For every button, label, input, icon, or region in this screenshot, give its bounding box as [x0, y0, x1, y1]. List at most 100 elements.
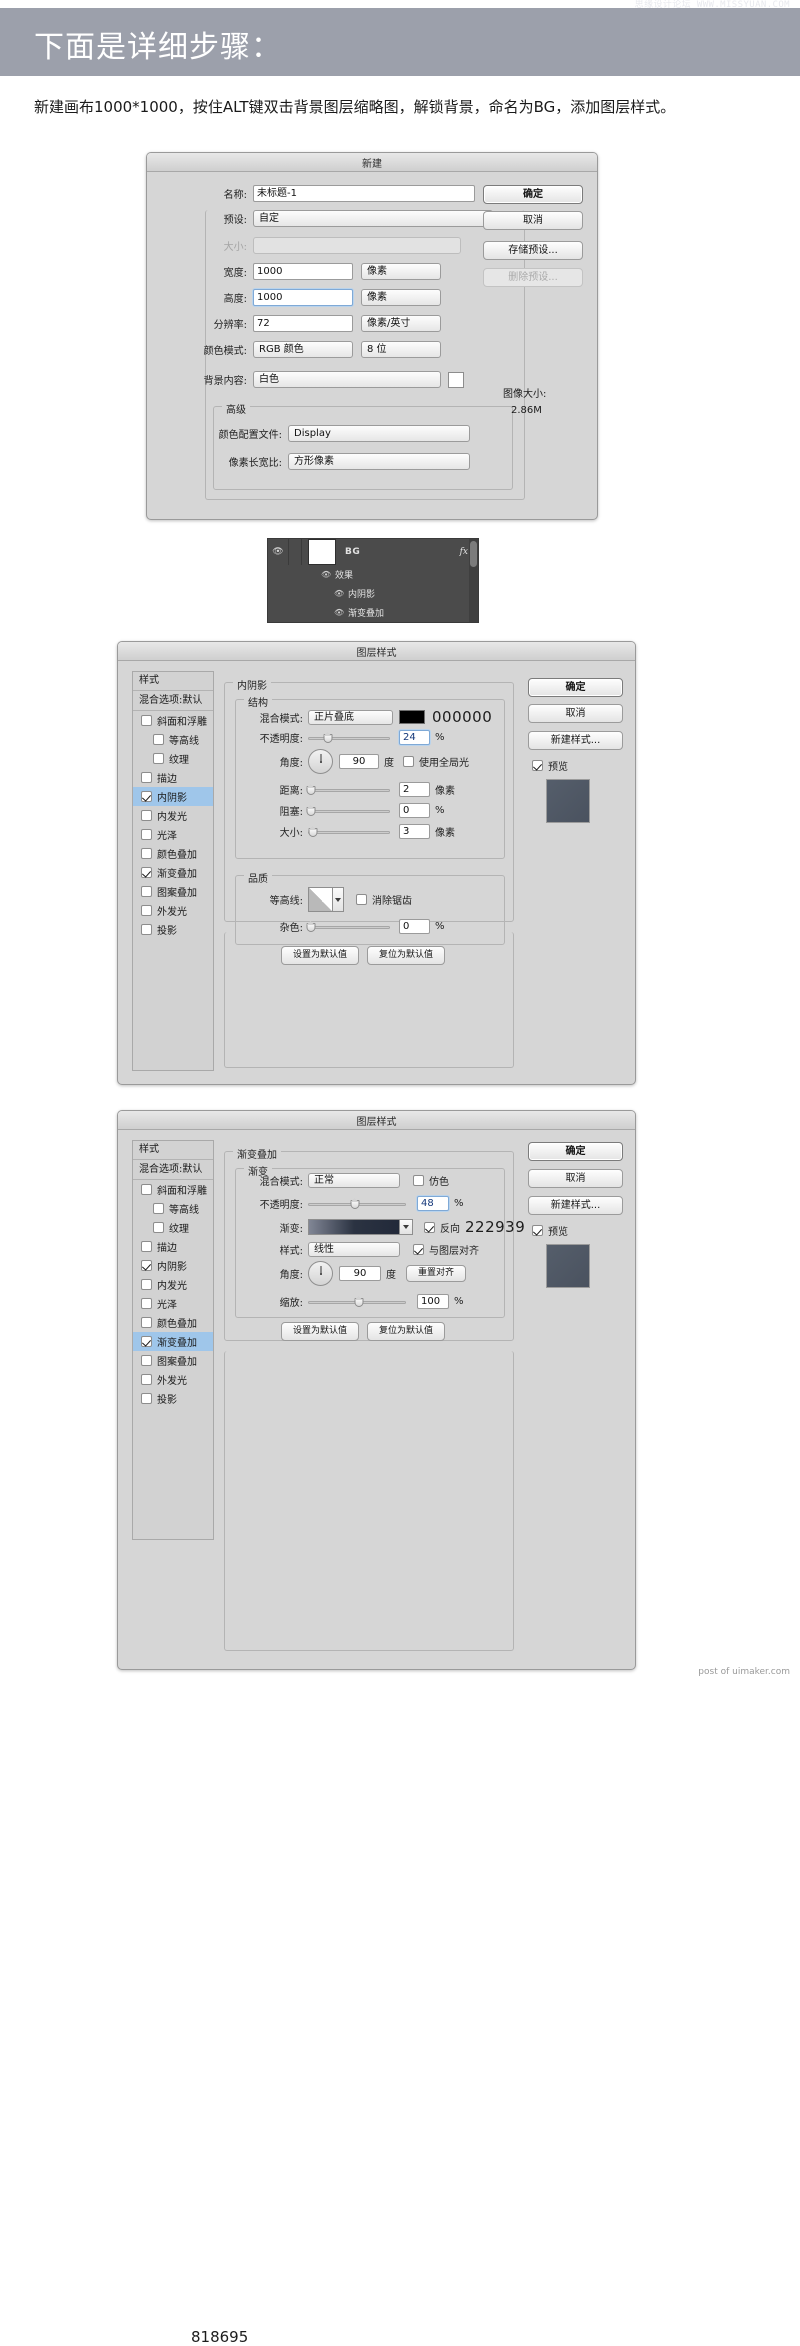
- checkbox-icon[interactable]: [141, 924, 152, 935]
- is-choke-input[interactable]: 0: [399, 803, 430, 818]
- global-light-checkbox[interactable]: [403, 756, 414, 767]
- effects-group-row[interactable]: 👁 效果: [268, 565, 478, 584]
- is-opacity-input[interactable]: 24: [399, 730, 430, 745]
- effect-row-inner-shadow[interactable]: 👁 内阴影: [268, 584, 478, 603]
- background-color-swatch[interactable]: [448, 371, 464, 388]
- bitdepth-select[interactable]: 8 位: [361, 341, 441, 358]
- fx-badge-icon[interactable]: fx: [460, 547, 468, 557]
- go-angle-input[interactable]: 90: [339, 1266, 381, 1281]
- style-item-contour-2[interactable]: 等高线: [133, 1199, 213, 1218]
- style-item-bevel[interactable]: 斜面和浮雕: [133, 711, 213, 730]
- style-item-color-overlay-2[interactable]: 颜色叠加: [133, 1313, 213, 1332]
- checkbox-icon[interactable]: [141, 1317, 152, 1328]
- style-item-outer-glow-2[interactable]: 外发光: [133, 1370, 213, 1389]
- antialias-checkbox[interactable]: [356, 894, 367, 905]
- style-item-gradient-overlay-2[interactable]: 渐变叠加: [133, 1332, 213, 1351]
- effect-row-gradient-overlay[interactable]: 👁 渐变叠加: [268, 603, 478, 622]
- go-scale-input[interactable]: 100: [417, 1294, 449, 1309]
- style-item-bevel-2[interactable]: 斜面和浮雕: [133, 1180, 213, 1199]
- reverse-checkbox[interactable]: [424, 1221, 435, 1233]
- new-doc-cancel-button[interactable]: 取消: [483, 211, 583, 230]
- is-blend-mode-select[interactable]: 正片叠底: [308, 709, 393, 725]
- checkbox-icon[interactable]: [153, 1203, 164, 1214]
- style-item-texture[interactable]: 纹理: [133, 749, 213, 768]
- checkbox-icon[interactable]: [141, 848, 152, 859]
- scrollbar-thumb[interactable]: [470, 541, 477, 567]
- style-item-inner-shadow[interactable]: 内阴影: [133, 787, 213, 806]
- checkbox-icon[interactable]: [141, 772, 152, 783]
- checkbox-icon[interactable]: [141, 1355, 152, 1366]
- new-doc-ok-button[interactable]: 确定: [483, 185, 583, 204]
- slider-knob[interactable]: [354, 1295, 364, 1307]
- slider-knob[interactable]: [350, 1197, 360, 1209]
- checkbox-icon[interactable]: [141, 715, 152, 726]
- width-unit-select[interactable]: 像素: [361, 263, 441, 280]
- style-item-drop-shadow-2[interactable]: 投影: [133, 1389, 213, 1408]
- go-scale-slider[interactable]: [308, 1295, 406, 1307]
- checkbox-icon[interactable]: [141, 1184, 152, 1195]
- checkbox-icon[interactable]: [141, 791, 152, 802]
- angle-dial-icon[interactable]: [308, 749, 333, 774]
- go-ok-button[interactable]: 确定: [528, 1142, 623, 1161]
- checkbox-icon[interactable]: [141, 1241, 152, 1252]
- style-item-stroke[interactable]: 描边: [133, 768, 213, 787]
- go-opacity-slider[interactable]: [308, 1197, 406, 1209]
- style-item-satin[interactable]: 光泽: [133, 825, 213, 844]
- preview-checkbox[interactable]: [532, 760, 543, 771]
- is-cancel-button[interactable]: 取消: [528, 704, 623, 723]
- checkbox-icon[interactable]: [153, 1222, 164, 1233]
- style-item-inner-glow[interactable]: 内发光: [133, 806, 213, 825]
- style-item-inner-glow-2[interactable]: 内发光: [133, 1275, 213, 1294]
- go-new-style-button[interactable]: 新建样式...: [528, 1196, 623, 1215]
- is-new-style-button[interactable]: 新建样式...: [528, 731, 623, 750]
- go-set-default-button[interactable]: 设置为默认值: [281, 1322, 359, 1341]
- layers-scrollbar[interactable]: [469, 539, 478, 622]
- preview-checkbox[interactable]: [532, 1225, 543, 1236]
- slider-knob[interactable]: [306, 920, 316, 932]
- is-angle-input[interactable]: 90: [339, 754, 379, 769]
- go-blend-mode-select[interactable]: 正常: [308, 1173, 400, 1188]
- resolution-input[interactable]: 72: [253, 315, 353, 332]
- style-item-color-overlay[interactable]: 颜色叠加: [133, 844, 213, 863]
- slider-knob[interactable]: [306, 804, 316, 816]
- color-profile-select[interactable]: Display: [288, 425, 470, 442]
- go-cancel-button[interactable]: 取消: [528, 1169, 623, 1188]
- is-ok-button[interactable]: 确定: [528, 678, 623, 697]
- checkbox-icon[interactable]: [141, 1393, 152, 1404]
- style-item-texture-2[interactable]: 纹理: [133, 1218, 213, 1237]
- document-name-input[interactable]: 未标题-1: [253, 185, 475, 202]
- checkbox-icon[interactable]: [141, 810, 152, 821]
- is-opacity-slider[interactable]: [308, 731, 390, 743]
- eye-icon[interactable]: 👁: [321, 570, 335, 579]
- style-item-contour[interactable]: 等高线: [133, 730, 213, 749]
- is-noise-slider[interactable]: [306, 920, 390, 932]
- eye-icon[interactable]: 👁: [268, 547, 288, 557]
- save-preset-button[interactable]: 存储预设...: [483, 241, 583, 260]
- reset-align-button[interactable]: 重置对齐: [406, 1265, 466, 1282]
- is-size-input[interactable]: 3: [399, 824, 430, 839]
- contour-dropdown-arrow-icon[interactable]: [333, 887, 344, 912]
- contour-preview-icon[interactable]: [308, 887, 333, 912]
- style-item-gradient-overlay[interactable]: 渐变叠加: [133, 863, 213, 882]
- is-distance-slider[interactable]: [306, 783, 390, 795]
- pixel-aspect-select[interactable]: 方形像素: [288, 453, 470, 470]
- height-input[interactable]: 1000: [253, 289, 353, 306]
- go-reset-default-button[interactable]: 复位为默认值: [367, 1322, 445, 1341]
- checkbox-icon[interactable]: [141, 867, 152, 878]
- blending-options-item-2[interactable]: 混合选项:默认: [133, 1160, 213, 1180]
- style-item-satin-2[interactable]: 光泽: [133, 1294, 213, 1313]
- align-layer-checkbox[interactable]: [413, 1244, 424, 1255]
- resolution-unit-select[interactable]: 像素/英寸: [361, 315, 441, 332]
- eye-icon[interactable]: 👁: [334, 608, 348, 617]
- slider-knob[interactable]: [306, 783, 316, 795]
- gradient-dropdown-arrow-icon[interactable]: [400, 1219, 413, 1235]
- style-item-pattern-overlay[interactable]: 图案叠加: [133, 882, 213, 901]
- slider-knob[interactable]: [323, 731, 333, 743]
- gradient-preview-bar[interactable]: [308, 1219, 400, 1235]
- checkbox-icon[interactable]: [141, 1298, 152, 1309]
- style-item-pattern-overlay-2[interactable]: 图案叠加: [133, 1351, 213, 1370]
- checkbox-icon[interactable]: [141, 829, 152, 840]
- height-unit-select[interactable]: 像素: [361, 289, 441, 306]
- layer-thumbnail[interactable]: [308, 539, 336, 565]
- checkbox-icon[interactable]: [141, 1260, 152, 1271]
